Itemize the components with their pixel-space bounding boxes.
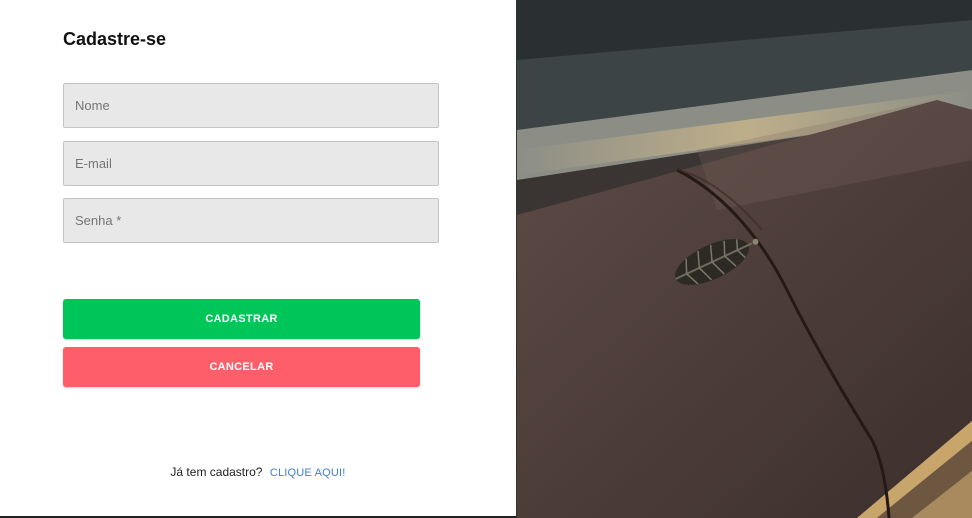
email-field[interactable] [63,141,439,186]
login-prompt: Já tem cadastro? CLIQUE AQUI! [0,465,516,479]
decorative-photo [516,0,972,518]
password-field[interactable] [63,198,439,243]
notebook-photo-art [517,0,972,518]
page-title: Cadastre-se [63,29,167,49]
cancel-button[interactable]: CANCELAR [63,347,420,387]
name-field[interactable] [63,83,439,128]
submit-button[interactable]: CADASTRAR [63,299,420,339]
login-link[interactable]: CLIQUE AQUI! [270,467,346,479]
signup-panel: Cadastre-se CADASTRAR CANCELAR Já tem ca… [0,0,516,516]
login-prompt-text: Já tem cadastro? [170,465,263,479]
